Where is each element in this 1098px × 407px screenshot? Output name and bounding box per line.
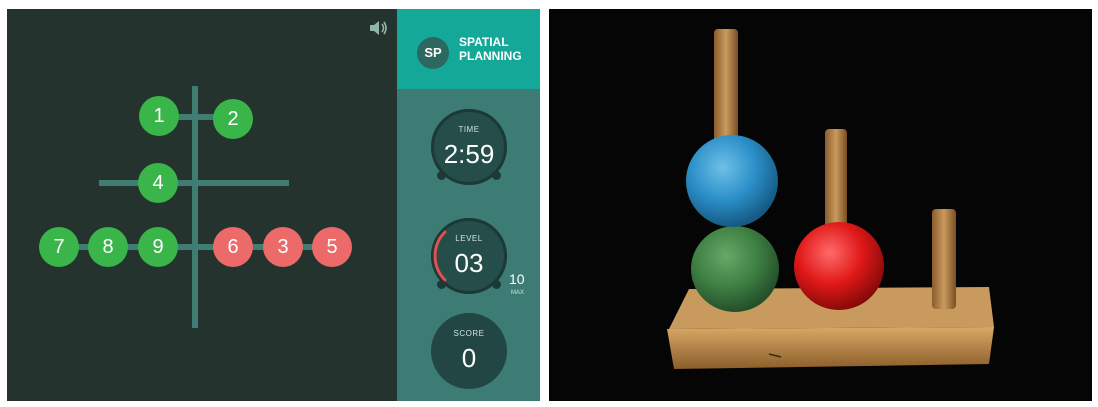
ball-4[interactable]: 4 bbox=[138, 163, 178, 203]
speaker-icon[interactable] bbox=[369, 19, 389, 37]
ball-2[interactable]: 2 bbox=[213, 99, 253, 139]
brand-header: SP SPATIAL PLANNING bbox=[397, 9, 540, 89]
ball-8[interactable]: 8 bbox=[88, 227, 128, 267]
ball-3[interactable]: 3 bbox=[263, 227, 303, 267]
sidebar: SP SPATIAL PLANNING TIME 2:59 LEVEL 03 1 bbox=[397, 9, 540, 401]
score-dial: SCORE 0 bbox=[431, 313, 507, 389]
ball-5[interactable]: 5 bbox=[312, 227, 352, 267]
peg-left bbox=[714, 29, 738, 149]
time-value: 2:59 bbox=[443, 139, 495, 169]
time-dial-foot-right bbox=[492, 171, 501, 180]
peg-board-image bbox=[667, 29, 994, 369]
bead-blue bbox=[686, 135, 778, 227]
peg-board-photo bbox=[549, 9, 1092, 401]
time-dial: TIME 2:59 bbox=[431, 109, 507, 185]
peg-middle bbox=[825, 129, 847, 229]
ball-7[interactable]: 7 bbox=[39, 227, 79, 267]
score-label: SCORE bbox=[453, 329, 485, 338]
level-max-label: MAX bbox=[511, 290, 525, 296]
level-label: LEVEL bbox=[455, 234, 483, 243]
brand-name-line2: PLANNING bbox=[459, 49, 522, 63]
bead-green bbox=[691, 226, 779, 312]
ball-1[interactable]: 1 bbox=[139, 96, 179, 136]
middle-rod bbox=[99, 180, 289, 186]
ball-6[interactable]: 6 bbox=[213, 227, 253, 267]
bead-red bbox=[794, 222, 884, 310]
time-label: TIME bbox=[458, 125, 480, 134]
level-dial: LEVEL 03 bbox=[431, 218, 507, 294]
ball-9[interactable]: 9 bbox=[138, 227, 178, 267]
level-value: 03 bbox=[454, 248, 484, 278]
peg-right bbox=[932, 209, 956, 309]
game-board: 1 2 4 7 8 9 6 3 5 bbox=[7, 9, 397, 401]
brand-badge: SP bbox=[417, 37, 449, 69]
brand-name-line1: SPATIAL bbox=[459, 35, 509, 49]
brand-name: SPATIAL PLANNING bbox=[459, 35, 535, 63]
level-dial-foot-right bbox=[492, 280, 501, 289]
game-screen: 1 2 4 7 8 9 6 3 5 SP SPATIAL PLANNING TI… bbox=[7, 9, 540, 401]
vertical-rod bbox=[192, 86, 198, 328]
time-dial-foot-left bbox=[437, 171, 446, 180]
level-dial-foot-left bbox=[437, 280, 446, 289]
score-value: 0 bbox=[461, 343, 477, 373]
level-max: 10 bbox=[509, 271, 525, 287]
